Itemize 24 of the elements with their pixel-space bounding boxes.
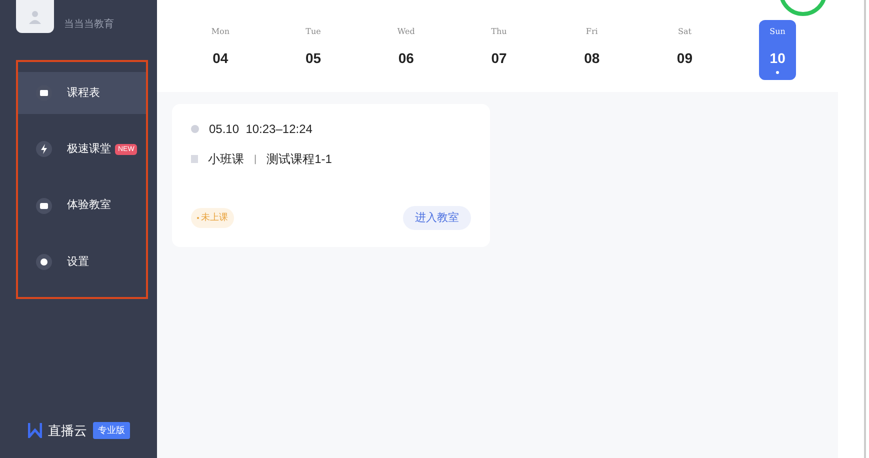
menu-item[interactable]: 课程表 bbox=[18, 72, 146, 114]
person-icon bbox=[28, 10, 42, 24]
brand-name: 直播云 bbox=[48, 422, 87, 440]
day-tile[interactable]: Fri 08 bbox=[545, 20, 638, 80]
separator: | bbox=[254, 152, 257, 166]
school-name: 当当当教育 bbox=[64, 18, 114, 32]
flash-icon bbox=[36, 141, 52, 158]
status-tag: 未上课 bbox=[191, 208, 234, 228]
day-tile[interactable]: Sun 10 bbox=[731, 20, 824, 80]
day-tile[interactable]: Wed 06 bbox=[360, 20, 453, 80]
day-tile[interactable]: Sat 09 bbox=[638, 20, 732, 80]
day-tile[interactable]: Tue 05 bbox=[266, 20, 360, 80]
clock-icon bbox=[191, 125, 199, 133]
settings-icon bbox=[36, 254, 52, 270]
course-name: 测试课程1-1 bbox=[266, 151, 332, 168]
logo-icon bbox=[28, 422, 42, 438]
enter-classroom-button[interactable]: 进入教室 bbox=[403, 206, 471, 230]
video-icon bbox=[36, 198, 52, 214]
day-tile[interactable]: Thu 07 bbox=[452, 20, 546, 80]
flag-icon bbox=[191, 155, 198, 163]
lesson-type: 小班课 bbox=[208, 151, 244, 168]
lesson-time: 05.10 10:23–12:24 bbox=[209, 121, 312, 138]
edition-badge: 专业版 bbox=[93, 422, 130, 439]
day-tile[interactable]: Mon 04 bbox=[174, 20, 267, 80]
